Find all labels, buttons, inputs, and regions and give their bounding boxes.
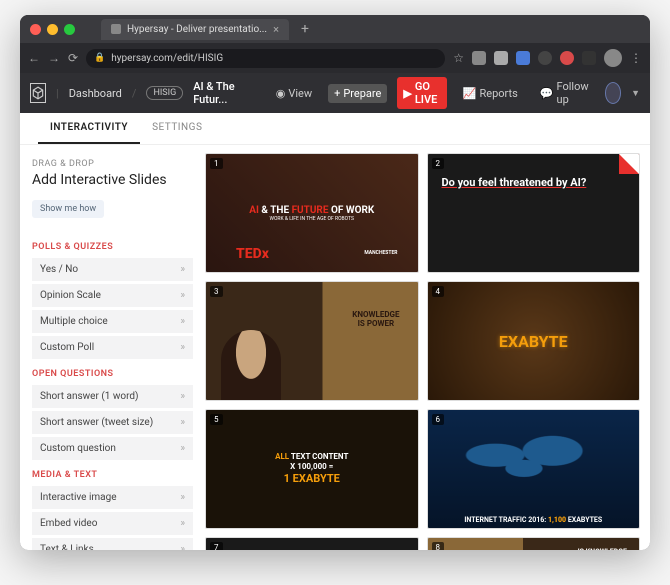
chevron-down-icon[interactable]: ▼ <box>631 88 640 99</box>
slide-8[interactable]: 8 IS KNOWLEDGESTILL POWER? <box>427 537 641 550</box>
slide-text: Do you feel threatened by AI? <box>442 176 587 189</box>
slide-text: ALL TEXT CONTENTX 100,000 =1 EXABYTE <box>275 452 348 487</box>
item-text-links[interactable]: Text & Links» <box>32 538 193 550</box>
prepare-button[interactable]: +Prepare <box>328 84 387 103</box>
sidebar: DRAG & DROP Add Interactive Slides Show … <box>20 145 205 550</box>
section-open-questions: OPEN QUESTIONS <box>32 369 193 379</box>
item-short-answer-word[interactable]: Short answer (1 word)» <box>32 385 193 408</box>
slide-3[interactable]: 3 KNOWLEDGEIS POWER <box>205 281 419 401</box>
close-window-button[interactable] <box>30 24 41 35</box>
back-button[interactable]: ← <box>28 51 40 65</box>
slide-number: 4 <box>432 286 445 297</box>
slide-text: KNOWLEDGEIS POWER <box>352 310 399 328</box>
reload-button[interactable]: ⟳ <box>68 51 78 65</box>
slide-text: IS KNOWLEDGESTILL POWER? <box>578 548 627 550</box>
item-custom-question[interactable]: Custom question» <box>32 437 193 460</box>
extension-icon[interactable] <box>516 51 530 65</box>
slide-text: EXABYTE <box>499 332 568 351</box>
section-polls: POLLS & QUIZZES <box>32 242 193 252</box>
item-opinion-scale[interactable]: Opinion Scale» <box>32 284 193 307</box>
presentation-title[interactable]: AI & The Futur... <box>193 80 249 106</box>
item-custom-poll[interactable]: Custom Poll» <box>32 336 193 359</box>
slide-number: 2 <box>432 158 445 169</box>
star-icon[interactable]: ☆ <box>453 51 464 65</box>
go-live-button[interactable]: ▶GO LIVE <box>397 77 446 109</box>
lock-icon: 🔒 <box>94 53 105 63</box>
maximize-window-button[interactable] <box>64 24 75 35</box>
forward-button[interactable]: → <box>48 51 60 65</box>
item-yes-no[interactable]: Yes / No» <box>32 258 193 281</box>
slide-1[interactable]: 1 AI & THE FUTURE OF WORKWORK & LIFE IN … <box>205 153 419 273</box>
app-logo[interactable] <box>30 83 46 103</box>
play-icon: ▶ <box>403 87 411 100</box>
chevron-right-icon: » <box>180 417 185 428</box>
tab-interactivity[interactable]: INTERACTIVITY <box>38 113 140 144</box>
reports-button[interactable]: 📈Reports <box>457 84 524 103</box>
chart-icon: 📈 <box>463 87 477 100</box>
dashboard-link[interactable]: Dashboard <box>69 87 122 100</box>
item-embed-video[interactable]: Embed video» <box>32 512 193 535</box>
chevron-right-icon: » <box>180 492 185 503</box>
followup-button[interactable]: 💬Follow up <box>534 77 595 109</box>
chevron-right-icon: » <box>180 316 185 327</box>
tab-title: Hypersay - Deliver presentatio... <box>127 24 267 35</box>
extension-icon[interactable] <box>494 51 508 65</box>
slide-text: INTERNET TRAFFIC 2016: 1,100 EXABYTES <box>428 516 640 524</box>
plus-icon: + <box>334 87 340 100</box>
slide-number: 5 <box>210 414 223 425</box>
slides-grid: 1 AI & THE FUTURE OF WORKWORK & LIFE IN … <box>205 145 650 550</box>
chevron-right-icon: » <box>180 264 185 275</box>
view-button[interactable]: ◉View <box>270 84 318 103</box>
slide-6[interactable]: 6 INTERNET TRAFFIC 2016: 1,100 EXABYTES <box>427 409 641 529</box>
url-text: hypersay.com/edit/HISIG <box>111 53 223 64</box>
minimize-window-button[interactable] <box>47 24 58 35</box>
window-titlebar: Hypersay - Deliver presentatio... × + <box>20 15 650 43</box>
browser-menu-icon[interactable]: ⋮ <box>630 51 642 65</box>
item-interactive-image[interactable]: Interactive image» <box>32 486 193 509</box>
chevron-right-icon: » <box>180 443 185 454</box>
chevron-right-icon: » <box>180 518 185 529</box>
chevron-right-icon: » <box>180 544 185 550</box>
browser-tab[interactable]: Hypersay - Deliver presentatio... × <box>101 19 289 40</box>
content-tabs: INTERACTIVITY SETTINGS <box>20 113 650 145</box>
chevron-right-icon: » <box>180 391 185 402</box>
favicon <box>111 24 121 34</box>
drag-drop-label: DRAG & DROP <box>32 159 193 169</box>
tab-settings[interactable]: SETTINGS <box>140 113 214 144</box>
item-multiple-choice[interactable]: Multiple choice» <box>32 310 193 333</box>
slide-2[interactable]: 2 Do you feel threatened by AI? <box>427 153 641 273</box>
extension-icon[interactable] <box>582 51 596 65</box>
section-media-text: MEDIA & TEXT <box>32 470 193 480</box>
sidebar-title: Add Interactive Slides <box>32 172 193 188</box>
browser-toolbar: ← → ⟳ 🔒 hypersay.com/edit/HISIG ☆ ⋮ <box>20 43 650 73</box>
slide-5[interactable]: 5 ALL TEXT CONTENTX 100,000 =1 EXABYTE <box>205 409 419 529</box>
browser-profile-avatar[interactable] <box>604 49 622 67</box>
close-tab-icon[interactable]: × <box>273 23 279 36</box>
extension-icon[interactable] <box>560 51 574 65</box>
slide-4[interactable]: 4 EXABYTE <box>427 281 641 401</box>
item-short-answer-tweet[interactable]: Short answer (tweet size)» <box>32 411 193 434</box>
slide-7[interactable]: 7 KNOWLEDGE IN YOUR POCKET <box>205 537 419 550</box>
user-avatar[interactable] <box>605 82 621 104</box>
app-header: | Dashboard / HISIG AI & The Futur... ◉V… <box>20 73 650 113</box>
slide-number: 3 <box>210 286 223 297</box>
extension-icon[interactable] <box>472 51 486 65</box>
chevron-right-icon: » <box>180 342 185 353</box>
tedx-logo: TEDx <box>236 246 269 262</box>
chevron-right-icon: » <box>180 290 185 301</box>
slide-number: 1 <box>210 158 223 169</box>
new-tab-button[interactable]: + <box>301 21 309 37</box>
address-bar[interactable]: 🔒 hypersay.com/edit/HISIG <box>86 49 445 68</box>
show-me-how-button[interactable]: Show me how <box>32 200 104 218</box>
chat-icon: 💬 <box>540 87 554 100</box>
slide-number: 7 <box>210 542 223 550</box>
eye-icon: ◉ <box>276 87 286 100</box>
breadcrumb-code[interactable]: HISIG <box>146 86 183 100</box>
extension-icon[interactable] <box>538 51 552 65</box>
slide-number: 8 <box>432 542 445 550</box>
